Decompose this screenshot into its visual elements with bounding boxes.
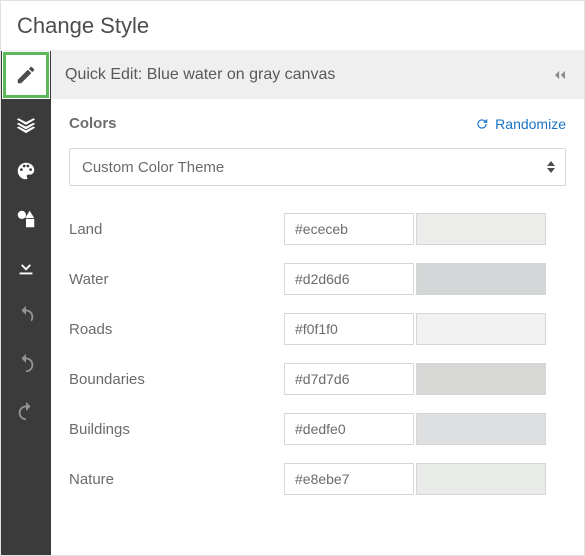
redo-icon (15, 400, 37, 422)
theme-select-value: Custom Color Theme (82, 159, 224, 176)
color-name: Boundaries (69, 371, 284, 388)
colors-section-label: Colors (69, 115, 475, 132)
toolbar-palette[interactable] (2, 147, 50, 195)
toolbar-edit[interactable] (2, 51, 50, 99)
color-row-water: Water#d2d6d6 (51, 254, 584, 304)
shapes-icon (15, 208, 37, 230)
randomize-label: Randomize (495, 116, 566, 132)
toolbar-download[interactable] (2, 243, 50, 291)
color-row-nature: Nature#e8ebe7 (51, 454, 584, 504)
color-hex-input[interactable]: #ececeb (284, 213, 414, 245)
color-swatch[interactable] (416, 263, 546, 295)
color-name: Nature (69, 471, 284, 488)
toolbar-layers[interactable] (2, 99, 50, 147)
color-name: Roads (69, 321, 284, 338)
randomize-button[interactable]: Randomize (475, 116, 566, 132)
reset-icon (15, 304, 37, 326)
select-caret-icon (547, 161, 555, 173)
color-swatch[interactable] (416, 313, 546, 345)
toolbar-reset[interactable] (2, 291, 50, 339)
color-name: Land (69, 221, 284, 238)
color-row-land: Land#ececeb (51, 204, 584, 254)
download-icon (15, 256, 37, 278)
toolbar-shapes[interactable] (2, 195, 50, 243)
toolbar-undo[interactable] (2, 339, 50, 387)
color-hex-input[interactable]: #d7d7d6 (284, 363, 414, 395)
vertical-toolbar (1, 51, 51, 555)
palette-icon (15, 160, 37, 182)
pencil-icon (15, 64, 37, 86)
color-hex-input[interactable]: #dedfe0 (284, 413, 414, 445)
color-row-boundaries: Boundaries#d7d7d6 (51, 354, 584, 404)
undo-icon (15, 352, 37, 374)
quick-edit-bar: Quick Edit: Blue water on gray canvas (51, 51, 584, 99)
color-swatch[interactable] (416, 363, 546, 395)
color-row-buildings: Buildings#dedfe0 (51, 404, 584, 454)
color-hex-input[interactable]: #f0f1f0 (284, 313, 414, 345)
color-hex-input[interactable]: #e8ebe7 (284, 463, 414, 495)
layers-icon (15, 112, 37, 134)
color-swatch[interactable] (416, 413, 546, 445)
color-hex-input[interactable]: #d2d6d6 (284, 263, 414, 295)
theme-select[interactable]: Custom Color Theme (69, 148, 566, 186)
color-swatch[interactable] (416, 213, 546, 245)
color-name: Buildings (69, 421, 284, 438)
toolbar-redo[interactable] (2, 387, 50, 435)
color-name: Water (69, 271, 284, 288)
quick-edit-title: Quick Edit: Blue water on gray canvas (65, 66, 544, 84)
collapse-button[interactable] (550, 65, 570, 85)
color-swatch[interactable] (416, 463, 546, 495)
refresh-icon (475, 117, 489, 131)
color-row-roads: Roads#f0f1f0 (51, 304, 584, 354)
page-title: Change Style (1, 1, 584, 51)
